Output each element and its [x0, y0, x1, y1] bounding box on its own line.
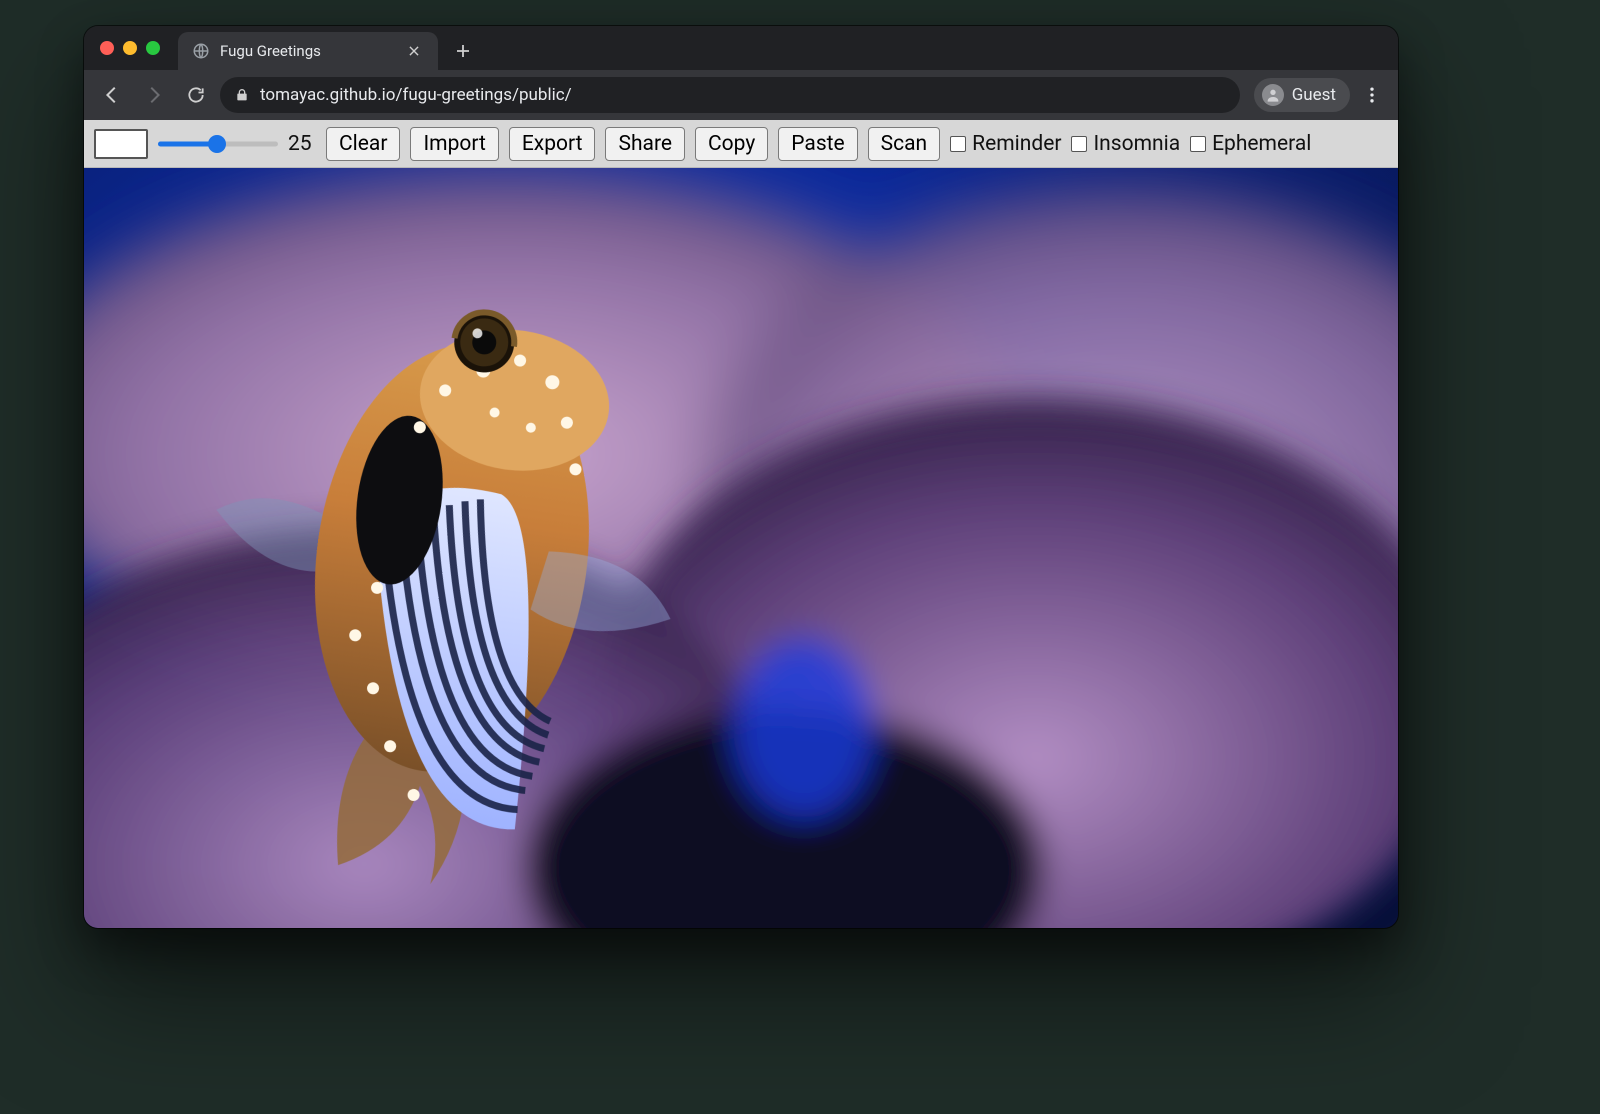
- app-toolbar: 25 Clear Import Export Share Copy Paste …: [84, 120, 1398, 168]
- checkbox-box: [1071, 136, 1087, 152]
- share-button[interactable]: Share: [605, 127, 685, 161]
- checkbox-label: Ephemeral: [1212, 132, 1311, 156]
- export-button[interactable]: Export: [509, 127, 596, 161]
- brush-size-slider[interactable]: [158, 134, 278, 154]
- window-controls: [94, 26, 170, 70]
- checkbox-box: [950, 136, 966, 152]
- profile-button[interactable]: Guest: [1254, 78, 1350, 112]
- globe-icon: [192, 42, 210, 60]
- window-zoom-button[interactable]: [146, 41, 160, 55]
- checkbox-label: Reminder: [972, 132, 1061, 156]
- new-tab-button[interactable]: [448, 36, 478, 66]
- scan-button[interactable]: Scan: [868, 127, 940, 161]
- close-icon[interactable]: [404, 41, 424, 61]
- clear-button[interactable]: Clear: [326, 127, 400, 161]
- copy-button[interactable]: Copy: [695, 127, 768, 161]
- import-button[interactable]: Import: [410, 127, 498, 161]
- tab-strip: Fugu Greetings: [84, 26, 1398, 70]
- browser-tab[interactable]: Fugu Greetings: [178, 32, 438, 70]
- forward-button[interactable]: [136, 77, 172, 113]
- window-close-button[interactable]: [100, 41, 114, 55]
- browser-window: Fugu Greetings: [84, 26, 1398, 928]
- reload-button[interactable]: [178, 77, 214, 113]
- color-picker[interactable]: [94, 129, 148, 159]
- profile-label: Guest: [1292, 85, 1336, 105]
- page-content: 25 Clear Import Export Share Copy Paste …: [84, 120, 1398, 928]
- reminder-checkbox[interactable]: Reminder: [950, 132, 1061, 156]
- browser-menu-button[interactable]: [1356, 77, 1388, 113]
- slider-thumb[interactable]: [208, 135, 226, 153]
- paste-button[interactable]: Paste: [778, 127, 857, 161]
- back-button[interactable]: [94, 77, 130, 113]
- person-icon: [1262, 84, 1284, 106]
- checkbox-label: Insomnia: [1093, 132, 1180, 156]
- canvas-image: [84, 168, 1398, 928]
- checkbox-box: [1190, 136, 1206, 152]
- browser-toolbar: tomayac.github.io/fugu-greetings/public/…: [84, 70, 1398, 120]
- tab-title: Fugu Greetings: [220, 42, 321, 60]
- url-text: tomayac.github.io/fugu-greetings/public/: [260, 85, 572, 105]
- ephemeral-checkbox[interactable]: Ephemeral: [1190, 132, 1311, 156]
- brush-size-value: 25: [288, 132, 316, 156]
- canvas[interactable]: [84, 168, 1398, 928]
- insomnia-checkbox[interactable]: Insomnia: [1071, 132, 1180, 156]
- lock-icon: [234, 87, 250, 103]
- window-minimize-button[interactable]: [123, 41, 137, 55]
- address-bar[interactable]: tomayac.github.io/fugu-greetings/public/: [220, 77, 1240, 113]
